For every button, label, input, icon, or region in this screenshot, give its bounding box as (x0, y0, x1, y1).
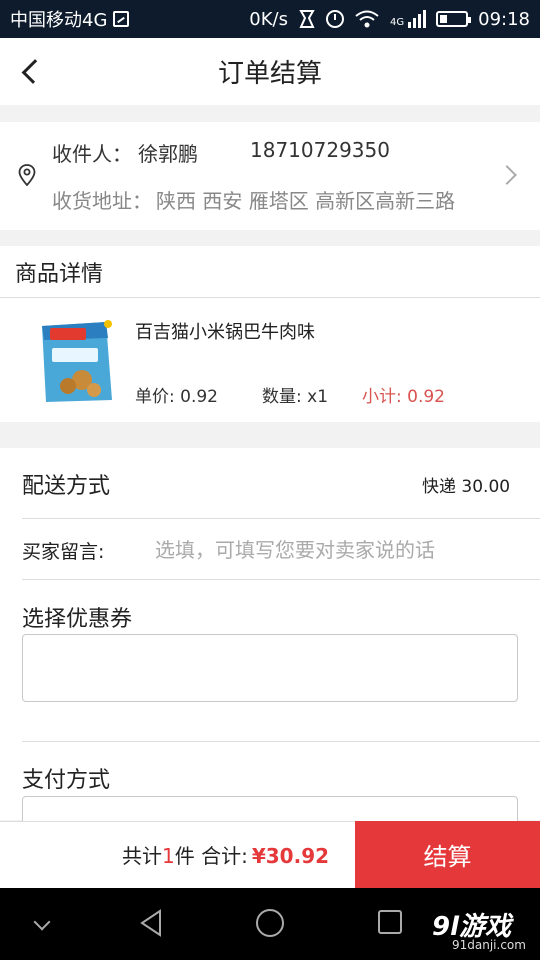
carrier-text: 中国移动4G (10, 10, 108, 31)
data-saver-icon (299, 10, 315, 28)
recipient-label: 收件人： (52, 142, 132, 166)
network-speed: 0K/s (249, 8, 288, 30)
coupon-select[interactable] (22, 634, 518, 702)
divider (22, 741, 540, 742)
recipient-phone: 18710729350 (250, 138, 390, 162)
address-label: 收货地址： (52, 189, 152, 213)
wifi-icon (355, 10, 379, 28)
network-type: 4G (390, 17, 405, 28)
divider (22, 518, 540, 519)
quantity: 数量: x1 (262, 387, 329, 407)
recipient-row: 收件人： 徐郭鹏 (52, 138, 198, 167)
message-label: 买家留言: (22, 541, 105, 563)
alarm-icon (326, 10, 344, 28)
checkout-button[interactable]: 结算 (355, 821, 540, 888)
goods-section-title: 商品详情 (0, 246, 540, 298)
location-pin-icon (18, 164, 36, 186)
message-input[interactable] (155, 533, 515, 567)
total-prefix: 共计 (122, 844, 162, 868)
signal-icon: 4G (390, 10, 427, 28)
order-total: 共计 1 件 合计: ¥30.92 (122, 840, 329, 869)
delivery-label: 配送方式 (22, 474, 111, 499)
page-title: 订单结算 (217, 59, 322, 89)
product-image (42, 320, 112, 402)
nav-back-icon[interactable] (138, 909, 164, 937)
status-bar: 中国移动4G 0K/s 4G 09:18 (0, 0, 540, 38)
total-middle: 件 合计: (174, 844, 248, 868)
nav-home-icon[interactable] (256, 909, 284, 937)
unit-price: 单价: 0.92 (135, 387, 218, 407)
delivery-value[interactable]: 快递 30.00 (422, 472, 510, 497)
product-name: 百吉猫小米锅巴牛肉味 (135, 322, 315, 343)
coupon-label: 选择优惠券 (22, 607, 133, 632)
total-count: 1 (162, 844, 175, 868)
back-icon[interactable] (20, 56, 42, 86)
title-bar: 订单结算 (0, 38, 540, 105)
sim-icon (113, 11, 130, 27)
recipient-name: 徐郭鹏 (138, 142, 198, 166)
divider (22, 579, 540, 580)
payment-label: 支付方式 (22, 768, 111, 793)
battery-icon (436, 11, 472, 27)
watermark-site: 91danji.com (452, 938, 526, 952)
address-text: 陕西 西安 雁塔区 高新区高新三路 (156, 189, 456, 213)
total-amount: ¥30.92 (251, 844, 330, 868)
address-row: 收货地址： 陕西 西安 雁塔区 高新区高新三路 (52, 185, 455, 214)
clock: 09:18 (478, 8, 530, 30)
nav-recent-icon[interactable] (378, 910, 402, 934)
subtotal: 小计: 0.92 (362, 387, 445, 407)
